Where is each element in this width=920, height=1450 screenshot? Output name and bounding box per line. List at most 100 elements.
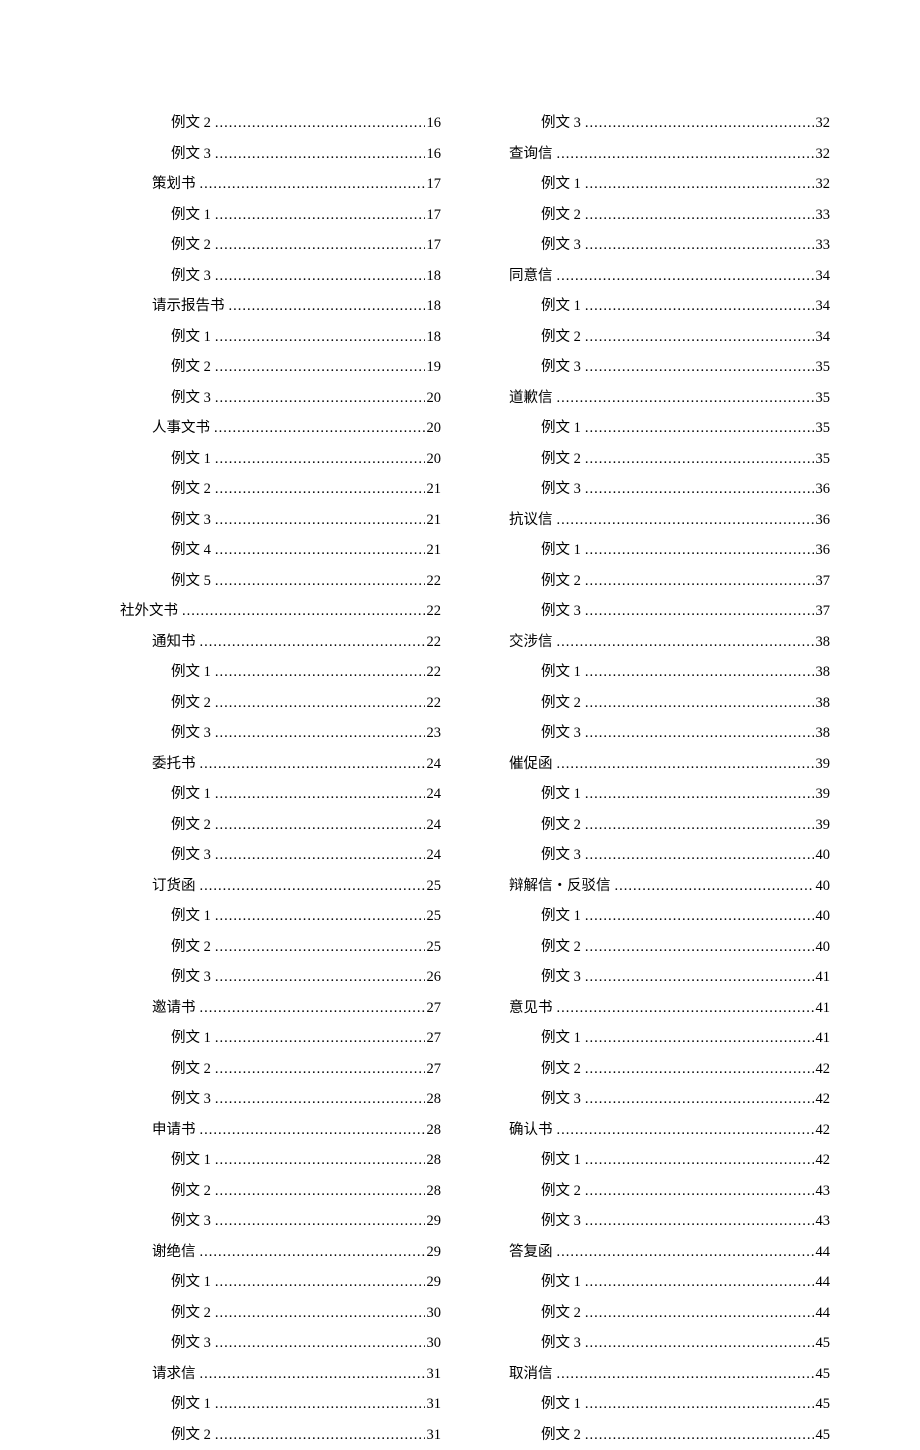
- toc-entry: 例文 135: [479, 413, 830, 444]
- toc-leader: [557, 993, 814, 1024]
- toc-leader: [215, 810, 425, 841]
- toc-entry-title: 例文 3: [171, 261, 211, 292]
- toc-entry: 例文 140: [479, 901, 830, 932]
- toc-entry-page: 16: [427, 139, 442, 170]
- toc-leader: [585, 535, 814, 566]
- toc-entry-page: 38: [816, 718, 831, 749]
- toc-entry-page: 32: [816, 169, 831, 200]
- toc-entry-page: 38: [816, 688, 831, 719]
- toc-entry-page: 31: [427, 1359, 442, 1390]
- toc-entry-title: 例文 5: [171, 566, 211, 597]
- toc-entry-title: 请示报告书: [152, 291, 225, 322]
- toc-leader: [215, 474, 425, 505]
- toc-entry: 交涉信38: [479, 627, 830, 658]
- toc-leader: [557, 383, 814, 414]
- toc-entry-title: 同意信: [509, 261, 553, 292]
- toc-entry: 例文 122: [90, 657, 441, 688]
- toc-entry-title: 例文 2: [171, 352, 211, 383]
- toc-entry-title: 例文 2: [171, 108, 211, 139]
- toc-entry: 例文 522: [90, 566, 441, 597]
- toc-entry-title: 答复函: [509, 1237, 553, 1268]
- toc-leader: [615, 871, 814, 902]
- toc-leader: [585, 840, 814, 871]
- toc-leader: [557, 1115, 814, 1146]
- toc-entry-page: 30: [427, 1328, 442, 1359]
- toc-leader: [215, 230, 425, 261]
- toc-entry-title: 意见书: [509, 993, 553, 1024]
- toc-entry-title: 例文 1: [171, 444, 211, 475]
- toc-entry: 例文 230: [90, 1298, 441, 1329]
- toc-leader: [557, 627, 814, 658]
- toc-entry-page: 22: [427, 688, 442, 719]
- toc-entry: 催促函39: [479, 749, 830, 780]
- toc-entry: 例文 318: [90, 261, 441, 292]
- toc-leader: [200, 627, 425, 658]
- toc-leader: [557, 749, 814, 780]
- toc-leader: [585, 108, 814, 139]
- toc-entry-page: 18: [427, 291, 442, 322]
- toc-entry-page: 17: [427, 169, 442, 200]
- toc-entry-page: 34: [816, 322, 831, 353]
- toc-entry: 例文 231: [90, 1420, 441, 1450]
- toc-entry-title: 例文 3: [541, 1206, 581, 1237]
- toc-entry: 例文 234: [479, 322, 830, 353]
- toc-entry: 例文 341: [479, 962, 830, 993]
- toc-leader: [200, 1237, 425, 1268]
- toc-entry-title: 例文 3: [171, 139, 211, 170]
- toc-entry-title: 委托书: [152, 749, 196, 780]
- toc-entry-title: 例文 3: [171, 1084, 211, 1115]
- toc-entry: 例文 330: [90, 1328, 441, 1359]
- toc-leader: [585, 901, 814, 932]
- toc-leader: [215, 1084, 425, 1115]
- toc-entry-title: 例文 2: [541, 1054, 581, 1085]
- toc-entry-title: 例文 3: [171, 718, 211, 749]
- toc-entry-title: 例文 3: [541, 1328, 581, 1359]
- toc-entry-page: 29: [427, 1206, 442, 1237]
- toc-leader: [215, 1420, 425, 1450]
- toc-leader: [585, 474, 814, 505]
- toc-entry: 例文 337: [479, 596, 830, 627]
- toc-column-left: 例文 216例文 316策划书17例文 117例文 217例文 318请示报告书…: [90, 108, 441, 1450]
- toc-entry: 例文 134: [479, 291, 830, 322]
- toc-leader: [585, 962, 814, 993]
- toc-leader: [215, 901, 425, 932]
- toc-leader: [215, 108, 425, 139]
- toc-leader: [200, 1359, 425, 1390]
- toc-leader: [215, 1023, 425, 1054]
- toc-entry: 例文 139: [479, 779, 830, 810]
- toc-entry: 例文 239: [479, 810, 830, 841]
- toc-entry: 例文 219: [90, 352, 441, 383]
- toc-entry-page: 41: [816, 993, 831, 1024]
- toc-leader: [215, 1176, 425, 1207]
- toc-leader: [215, 566, 425, 597]
- toc-entry: 例文 216: [90, 108, 441, 139]
- toc-entry-title: 例文 1: [171, 657, 211, 688]
- toc-entry-title: 例文 1: [541, 1145, 581, 1176]
- toc-entry-title: 例文 2: [171, 810, 211, 841]
- toc-entry-page: 20: [427, 383, 442, 414]
- toc-entry: 例文 323: [90, 718, 441, 749]
- toc-entry: 例文 124: [90, 779, 441, 810]
- toc-leader: [214, 413, 425, 444]
- toc-leader: [215, 1298, 425, 1329]
- toc-entry-title: 例文 2: [541, 688, 581, 719]
- toc-entry: 人事文书20: [90, 413, 441, 444]
- toc-leader: [585, 657, 814, 688]
- toc-leader: [585, 1420, 814, 1450]
- toc-entry-page: 28: [427, 1115, 442, 1146]
- toc-entry-title: 例文 3: [171, 962, 211, 993]
- toc-entry-page: 25: [427, 932, 442, 963]
- toc-entry-page: 27: [427, 1054, 442, 1085]
- toc-entry: 例文 217: [90, 230, 441, 261]
- toc-leader: [557, 261, 814, 292]
- toc-entry: 例文 118: [90, 322, 441, 353]
- toc-entry-page: 24: [427, 749, 442, 780]
- toc-entry-title: 例文 3: [541, 840, 581, 871]
- toc-entry-page: 32: [816, 108, 831, 139]
- toc-entry: 谢绝信29: [90, 1237, 441, 1268]
- toc-entry: 例文 345: [479, 1328, 830, 1359]
- toc-leader: [585, 230, 814, 261]
- toc-entry-title: 例文 1: [541, 1267, 581, 1298]
- toc-entry: 例文 237: [479, 566, 830, 597]
- toc-entry: 请求信31: [90, 1359, 441, 1390]
